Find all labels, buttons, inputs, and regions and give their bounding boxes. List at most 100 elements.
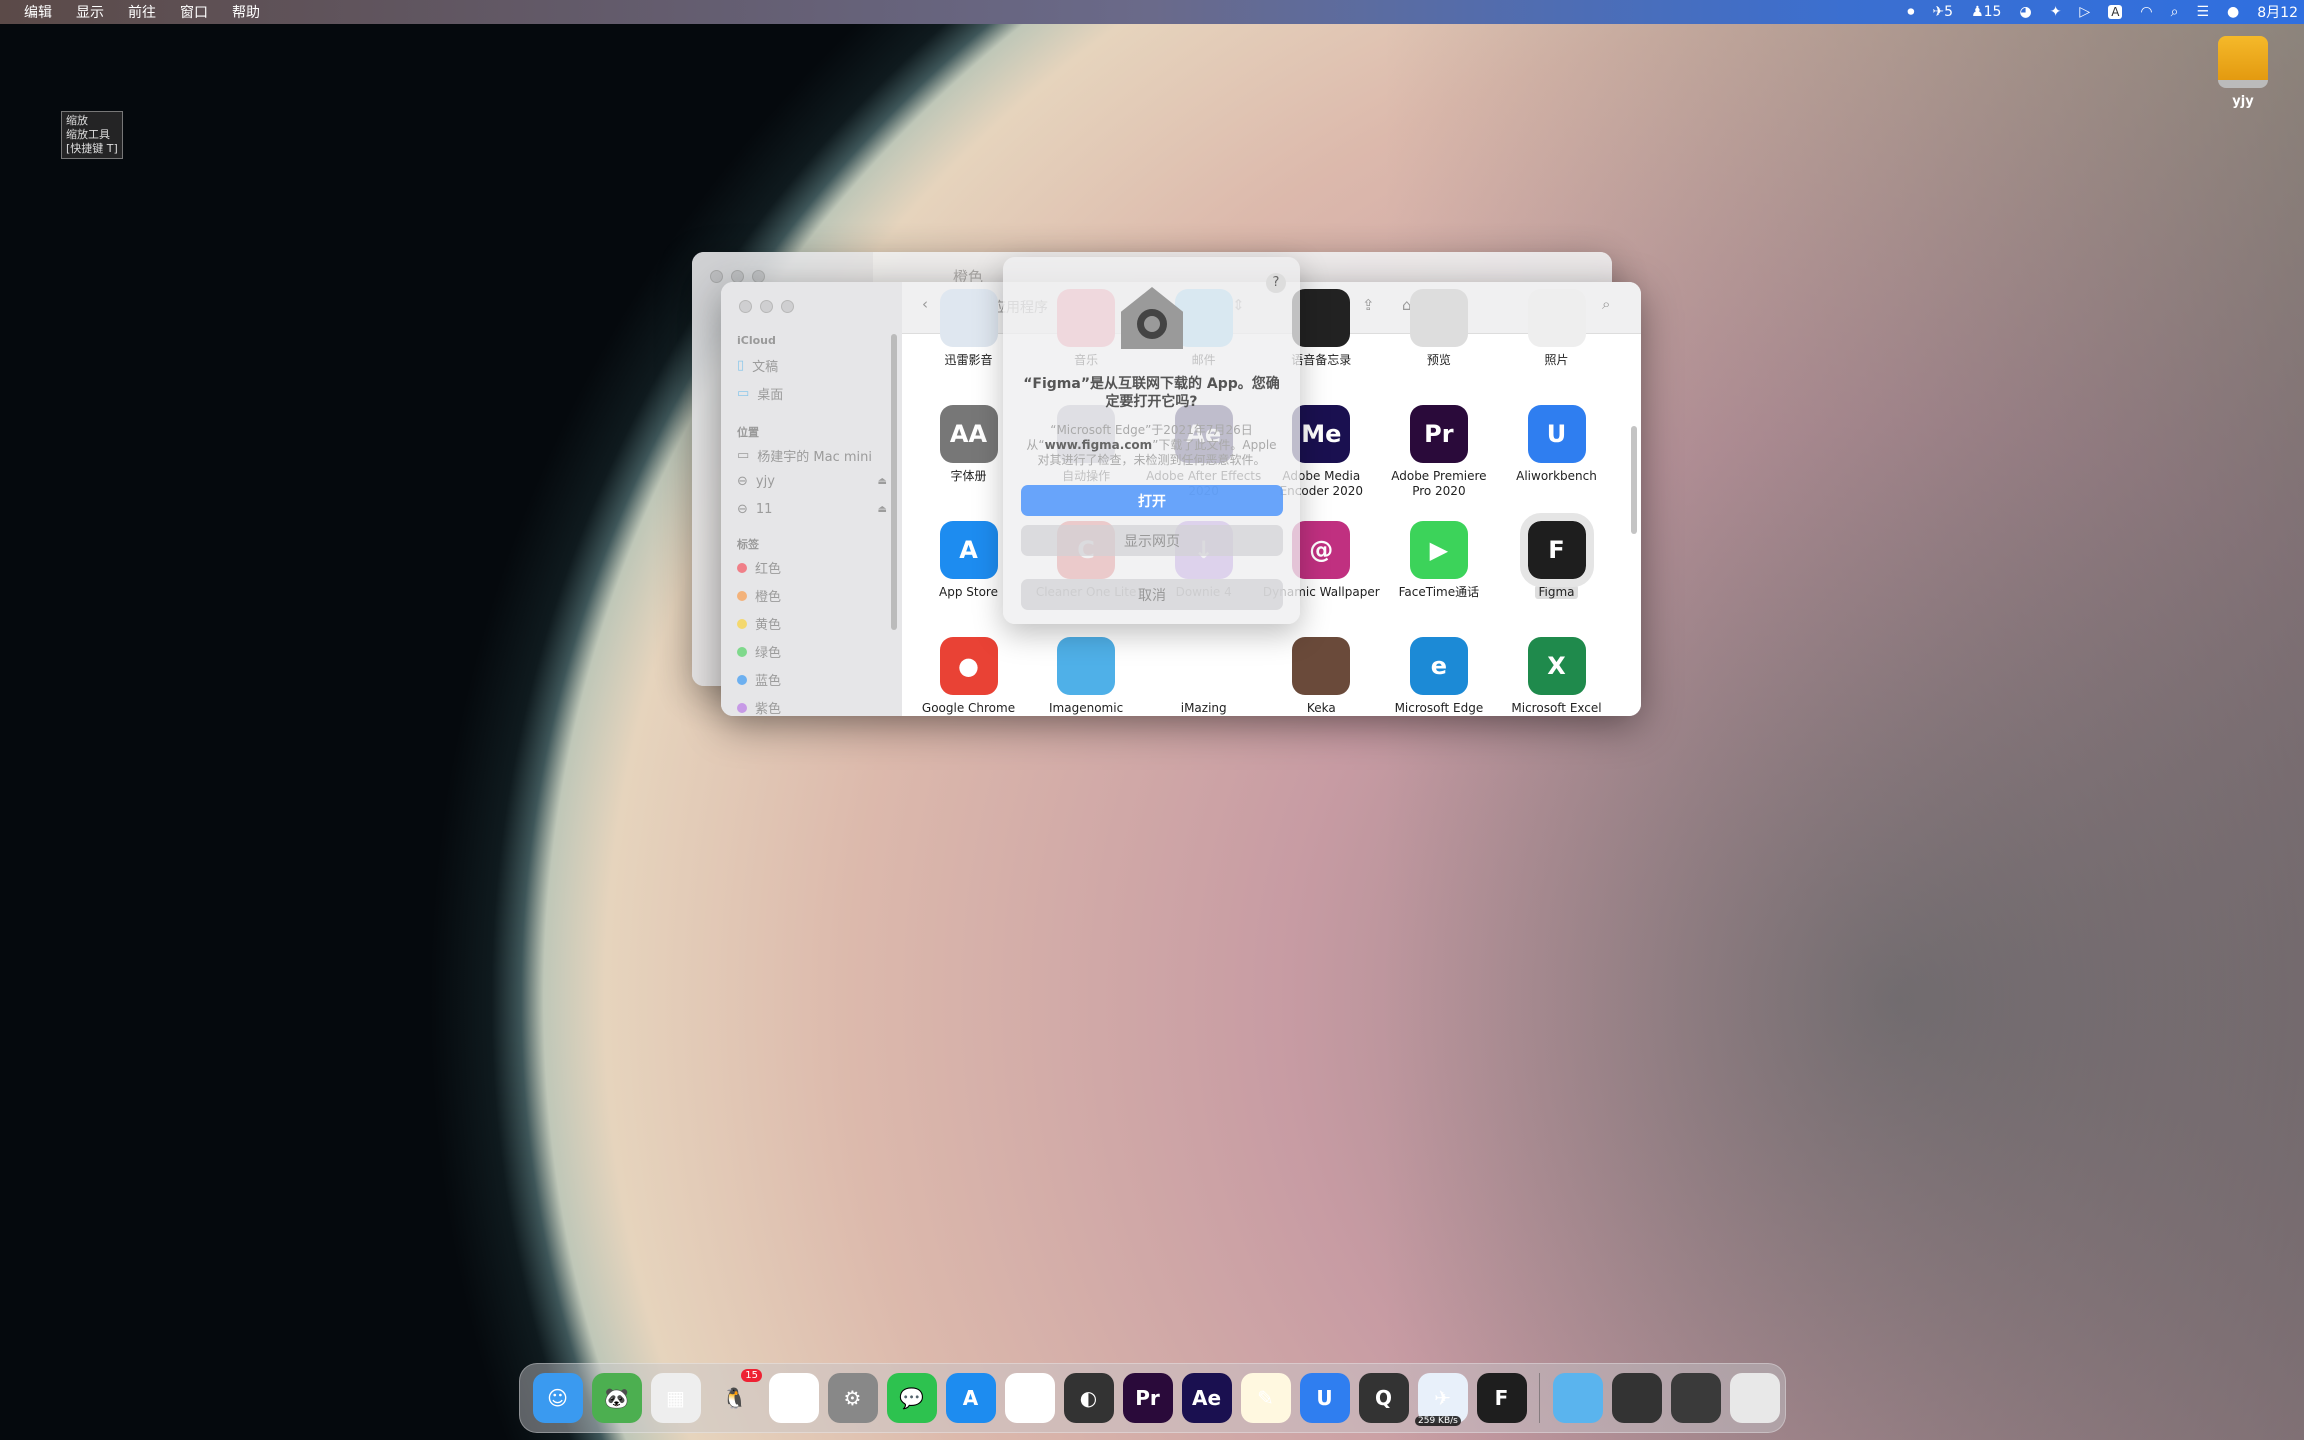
clock[interactable]: 8月12 (2257, 2, 2298, 22)
app-store-icon: A (945, 1373, 996, 1423)
open-button[interactable]: 打开 (1021, 485, 1283, 516)
control-center-icon[interactable]: ☰ (2196, 4, 2209, 20)
dock-app-store[interactable]: A (941, 1369, 1000, 1428)
app-item[interactable]: Pr Adobe Premiere Pro 2020 (1380, 405, 1497, 499)
app-item[interactable]: ● Google Chrome (910, 637, 1027, 716)
app-item[interactable]: ▶ FaceTime通话 (1380, 521, 1497, 600)
dock-aliworkbench[interactable]: U (1295, 1369, 1354, 1428)
tag-dot-icon (737, 562, 747, 573)
app-item[interactable]: U Aliworkbench (1498, 405, 1615, 484)
app-item[interactable]: 预览 (1380, 289, 1497, 368)
app-icon: X (1527, 637, 1586, 695)
eject-icon[interactable]: ⏏ (878, 476, 887, 487)
desktop-drive-yjy[interactable]: yjy (2215, 36, 2271, 109)
app-item[interactable]: e Microsoft Edge (1380, 637, 1497, 716)
sidebar-tag[interactable]: 橙色 (737, 586, 887, 605)
gatekeeper-icon (1121, 287, 1183, 349)
dock-panda[interactable]: 🐼 (587, 1369, 646, 1428)
app-item[interactable]: 照片 (1498, 289, 1615, 368)
sidebar-tag[interactable]: 绿色 (737, 642, 887, 661)
close-button[interactable] (739, 300, 752, 313)
sidebar-item[interactable]: ▭ 桌面 (737, 384, 887, 403)
sidebar-item[interactable]: ⊖ yjy ⏏ (737, 474, 887, 489)
zoom-button[interactable] (781, 300, 794, 313)
dock-window-thumb-2[interactable] (1666, 1369, 1725, 1428)
sidebar-tag[interactable]: 红色 (737, 558, 887, 577)
panda-icon[interactable]: ◕ (2019, 4, 2031, 20)
dock-folder[interactable] (1548, 1369, 1607, 1428)
app-item[interactable]: ψ iMazing (1145, 637, 1262, 716)
tag-dot-icon (737, 674, 747, 685)
show-webpage-button[interactable]: 显示网页 (1021, 525, 1283, 556)
menu-go[interactable]: 前往 (128, 2, 156, 22)
gatekeeper-dialog: ? “Figma”是从互联网下载的 App。您确定要打开它吗? “Microso… (1003, 257, 1300, 624)
cinema4d-icon: ◐ (1063, 1373, 1114, 1423)
spotlight-icon[interactable]: ⌕ (2171, 4, 2179, 20)
app-icon (1409, 289, 1468, 347)
dock-edge[interactable]: e (764, 1369, 823, 1428)
dock-window-thumb-1[interactable] (1607, 1369, 1666, 1428)
dock-qq[interactable]: 🐧 15 (705, 1368, 764, 1428)
finder-sidebar: iCloud ▯ 文稿 ▭ 桌面 位置 ▭ 杨建宇的 Mac mini ⊖ yjy ⏏ ⊖ 11 ⏏ 标签… (721, 282, 902, 716)
input-method-icon[interactable]: A (2108, 5, 2123, 19)
dock-finder[interactable]: ☺ (528, 1369, 587, 1428)
xunlei-status[interactable]: ✈5 (1932, 4, 1953, 20)
menu-edit[interactable]: 编辑 (24, 2, 52, 22)
trash-icon (1729, 1373, 1780, 1423)
sidebar-item[interactable]: ⊖ 11 ⏏ (737, 502, 887, 517)
app-icon: Me (1292, 405, 1351, 463)
dock-excel[interactable]: X (1000, 1369, 1059, 1428)
dock-figma[interactable]: F (1472, 1369, 1531, 1428)
record-icon[interactable]: ⏺ (1907, 4, 1914, 20)
menu-window[interactable]: 窗口 (180, 2, 208, 22)
menu-help[interactable]: 帮助 (232, 2, 260, 22)
dock-separator (1539, 1373, 1540, 1423)
menu-view[interactable]: 显示 (76, 2, 104, 22)
dock-cinema4d[interactable]: ◐ (1059, 1369, 1118, 1428)
minimize-button[interactable] (760, 300, 773, 313)
dock-premiere[interactable]: Pr (1118, 1369, 1177, 1428)
app-item[interactable]: Imagenomic (1028, 637, 1145, 716)
dock-pages[interactable]: ✎ (1236, 1369, 1295, 1428)
sidebar-tag[interactable]: 黄色 (737, 614, 887, 633)
aliworkbench-icon: U (1299, 1373, 1350, 1423)
sidebar-tag[interactable]: 蓝色 (737, 670, 887, 689)
app-item[interactable]: F Figma (1498, 513, 1615, 600)
content-scrollbar[interactable] (1631, 426, 1637, 534)
finder-icon: ☺ (532, 1373, 583, 1423)
sidebar-scrollbar[interactable] (891, 334, 897, 630)
dock-system-preferences[interactable]: ⚙ (823, 1369, 882, 1428)
dock-xunlei[interactable]: ✈ 259 KB/s (1413, 1369, 1472, 1428)
dock-launchpad[interactable]: ▦ (646, 1369, 705, 1428)
app-item[interactable]: Keka (1263, 637, 1380, 716)
status-area: ⏺ ✈5 ♟15 ◕ ✦ ▷ A ◠ ⌕ ☰ ● 8月12 (1907, 0, 2298, 24)
pinwheel-icon[interactable]: ✦ (2050, 4, 2062, 20)
sidebar-item[interactable]: ▭ 杨建宇的 Mac mini (737, 446, 887, 465)
qq-status[interactable]: ♟15 (1971, 4, 2001, 20)
wifi-icon[interactable]: ◠ (2140, 4, 2152, 20)
app-item[interactable]: X Microsoft Excel (1498, 637, 1615, 716)
sidebar-item[interactable]: ▯ 文稿 (737, 356, 887, 375)
document-icon: ▯ (737, 358, 745, 373)
premiere-icon: Pr (1122, 1373, 1173, 1423)
computer-icon: ▭ (737, 448, 750, 463)
window-controls[interactable] (739, 300, 794, 313)
siri-icon[interactable]: ● (2227, 4, 2239, 20)
app-icon (1292, 289, 1351, 347)
window-thumb-1-icon (1611, 1373, 1662, 1423)
play-icon[interactable]: ▷ (2079, 4, 2090, 20)
help-button[interactable]: ? (1266, 273, 1286, 293)
drive-icon: ⊖ (737, 502, 748, 517)
wechat-icon: 💬 (886, 1373, 937, 1423)
dock-trash[interactable] (1725, 1369, 1784, 1428)
eject-icon[interactable]: ⏏ (878, 504, 887, 515)
cancel-button[interactable]: 取消 (1021, 579, 1283, 610)
dock-quicktime[interactable]: Q (1354, 1369, 1413, 1428)
tag-dot-icon (737, 590, 747, 601)
excel-icon: X (1004, 1373, 1055, 1423)
dock-wechat[interactable]: 💬 (882, 1369, 941, 1428)
dock-after-effects[interactable]: Ae (1177, 1369, 1236, 1428)
app-icon: @ (1292, 521, 1351, 579)
after-effects-icon: Ae (1181, 1373, 1232, 1423)
sidebar-tag[interactable]: 紫色 (737, 698, 887, 716)
